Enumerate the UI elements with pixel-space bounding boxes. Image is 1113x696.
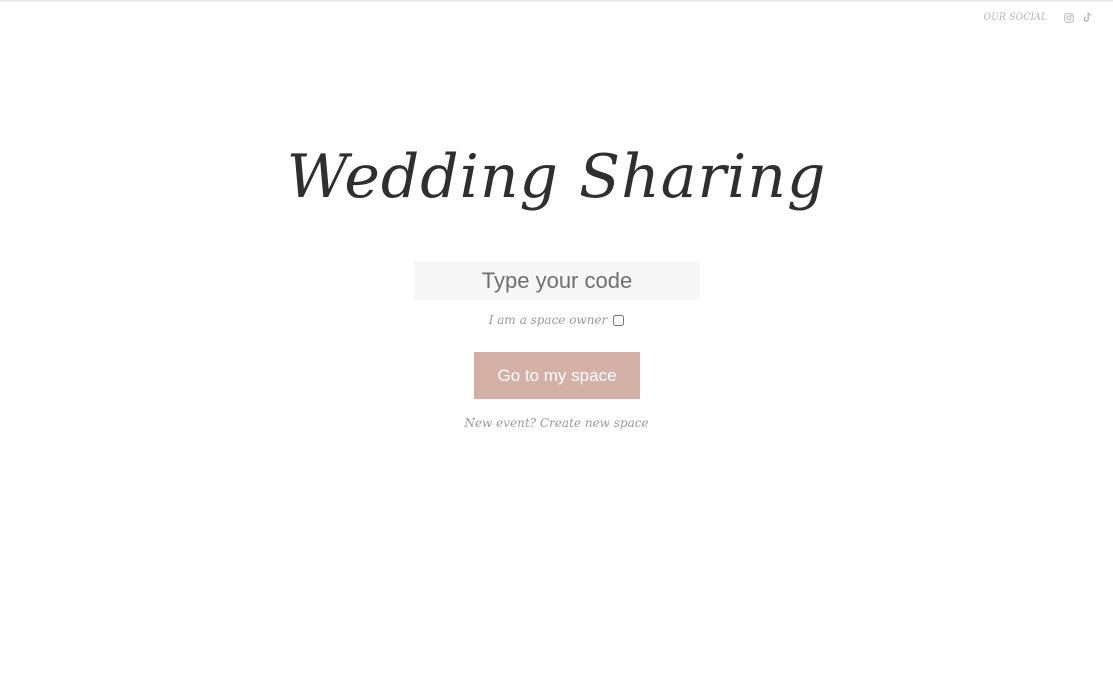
owner-checkbox-row: I am a space owner — [0, 313, 1113, 327]
go-to-space-button[interactable]: Go to my space — [474, 352, 640, 399]
page-title: Wedding Sharing — [286, 142, 827, 212]
owner-checkbox[interactable] — [613, 314, 625, 326]
code-input[interactable] — [414, 261, 700, 300]
main-content: Wedding Sharing I am a space owner Go to… — [0, 0, 1113, 696]
create-new-space-link[interactable]: New event? Create new space — [0, 416, 1113, 430]
owner-checkbox-label: I am a space owner — [488, 313, 608, 327]
